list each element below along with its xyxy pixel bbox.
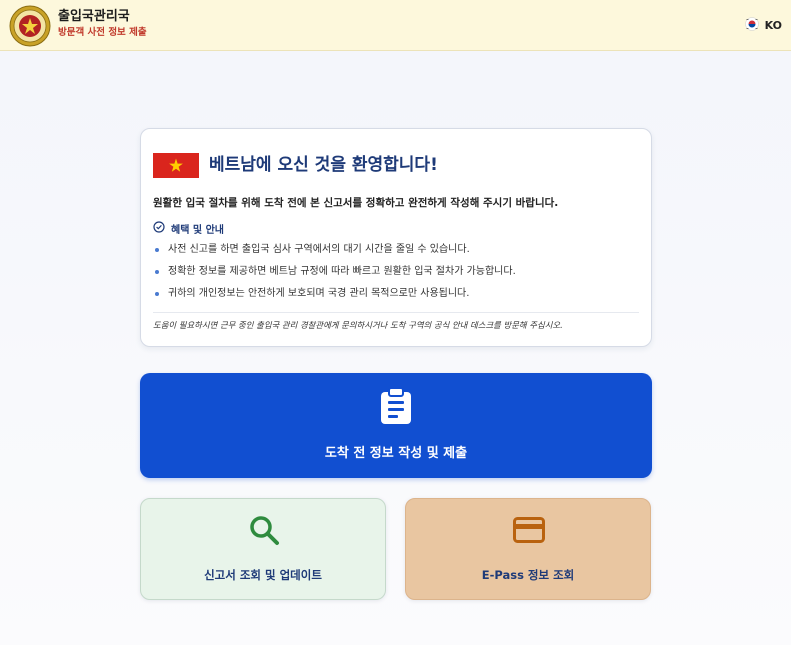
epass-lookup-label: E-Pass 정보 조회: [481, 568, 575, 582]
benefits-heading: 혜택 및 안내: [153, 221, 224, 236]
immigration-logo[interactable]: [9, 5, 51, 47]
brand-block: 출입국관리국 방문객 사전 정보 제출: [58, 9, 147, 40]
help-note: 도움이 필요하시면 근무 중인 출입국 관리 경찰관에게 문의하시거나 도착 구…: [153, 320, 563, 330]
app-subtitle: 방문객 사전 정보 제출: [58, 27, 147, 38]
top-header: 출입국관리국 방문객 사전 정보 제출 KO: [0, 0, 791, 51]
list-item: 사전 신고를 하면 출입국 심사 구역에서의 대기 시간을 줄일 수 있습니다.: [153, 239, 516, 261]
submit-arrival-info-button[interactable]: 도착 전 정보 작성 및 제출: [140, 373, 652, 478]
check-circle-icon: [153, 221, 165, 236]
lookup-update-button[interactable]: 신고서 조회 및 업데이트: [140, 498, 386, 600]
bullet-icon: [155, 248, 159, 252]
list-item: 정확한 정보를 제공하면 베트남 규정에 따라 빠르고 원활한 입국 절차가 가…: [153, 261, 516, 283]
submit-arrival-info-label: 도착 전 정보 작성 및 제출: [324, 446, 468, 461]
epass-lookup-button[interactable]: E-Pass 정보 조회: [405, 498, 651, 600]
benefits-heading-label: 혜택 및 안내: [171, 225, 224, 236]
welcome-title: 베트남에 오신 것을 환영합니다!: [209, 155, 438, 175]
app-title: 출입국관리국: [58, 9, 130, 24]
welcome-intro: 원활한 입국 절차를 위해 도착 전에 본 신고서를 정확하고 완전하게 작성해…: [153, 197, 559, 209]
language-code: KO: [764, 19, 782, 32]
language-selector[interactable]: KO: [744, 17, 782, 34]
bullet-icon: [155, 270, 159, 274]
south-korea-flag-icon: [744, 17, 759, 34]
benefit-text: 정확한 정보를 제공하면 베트남 규정에 따라 빠르고 원활한 입국 절차가 가…: [168, 266, 516, 277]
benefit-text: 사전 신고를 하면 출입국 심사 구역에서의 대기 시간을 줄일 수 있습니다.: [168, 244, 470, 255]
list-item: 귀하의 개인정보는 안전하게 보호되며 국경 관리 목적으로만 사용됩니다.: [153, 283, 516, 305]
divider: [153, 312, 639, 313]
welcome-card: 베트남에 오신 것을 환영합니다! 원활한 입국 절차를 위해 도착 전에 본 …: [140, 128, 652, 347]
benefits-list: 사전 신고를 하면 출입국 심사 구역에서의 대기 시간을 줄일 수 있습니다.…: [153, 239, 516, 305]
bullet-icon: [155, 292, 159, 296]
vietnam-flag-icon: [153, 153, 199, 178]
benefit-text: 귀하의 개인정보는 안전하게 보호되며 국경 관리 목적으로만 사용됩니다.: [168, 288, 470, 299]
lookup-update-label: 신고서 조회 및 업데이트: [204, 568, 322, 582]
